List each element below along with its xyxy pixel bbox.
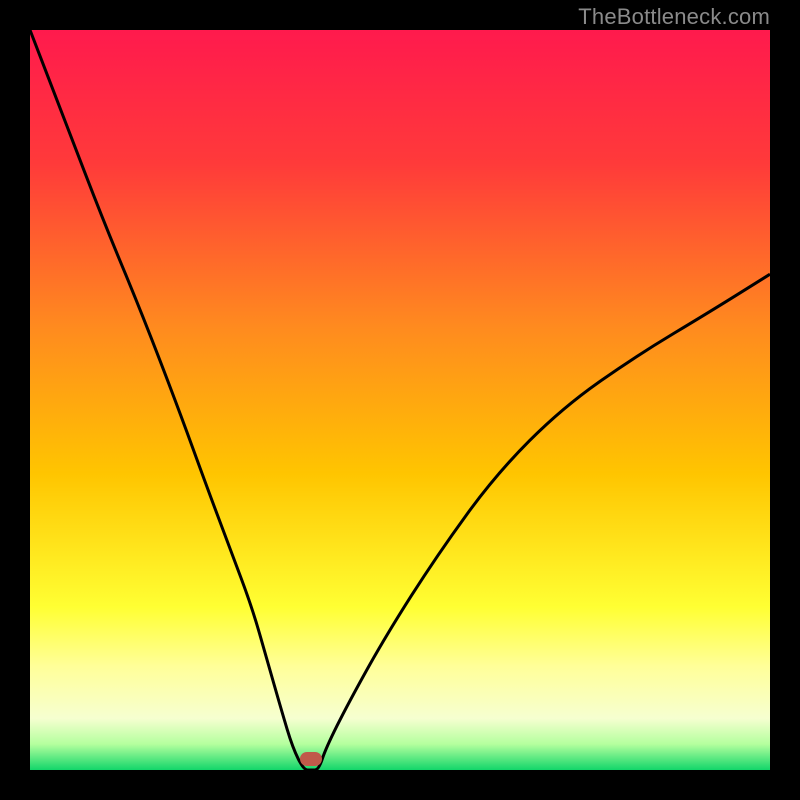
bottleneck-curve xyxy=(30,30,770,770)
watermark-text: TheBottleneck.com xyxy=(578,4,770,30)
plot-area xyxy=(30,30,770,770)
optimal-point-marker xyxy=(300,752,322,766)
chart-frame: TheBottleneck.com xyxy=(0,0,800,800)
